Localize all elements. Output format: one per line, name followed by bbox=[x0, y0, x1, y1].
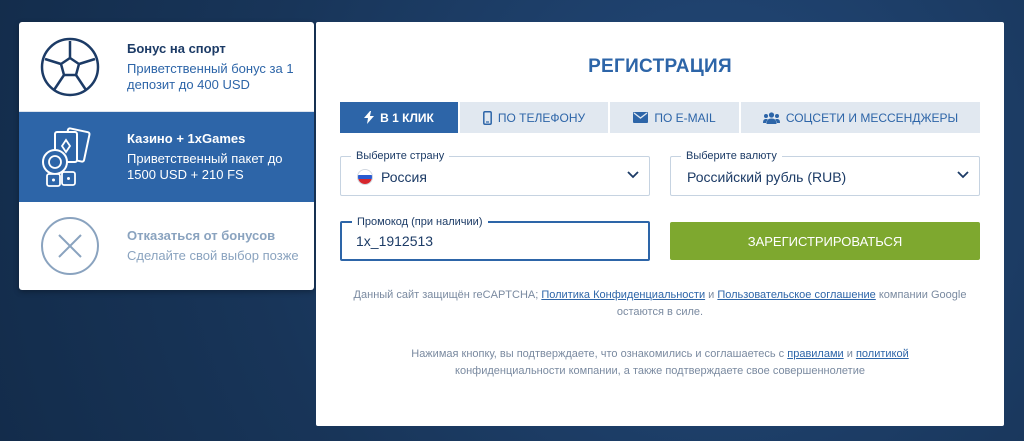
currency-value: Российский рубль (RUB) bbox=[687, 169, 847, 185]
country-label: Выберите страну bbox=[351, 149, 450, 163]
lightning-icon bbox=[364, 111, 375, 124]
chevron-down-icon bbox=[957, 171, 969, 179]
soccer-ball-icon bbox=[40, 37, 100, 96]
recaptcha-prefix: Данный сайт защищён reCAPTCHA; bbox=[353, 289, 542, 301]
bonus-title: Отказаться от бонусов bbox=[127, 228, 276, 243]
bonus-panel: Бонус на спорт Приветственный бонус за 1… bbox=[19, 22, 314, 290]
confirm-suffix: конфиденциальности компании, а также под… bbox=[455, 365, 865, 377]
bonus-option-sport[interactable]: Бонус на спорт Приветственный бонус за 1… bbox=[19, 22, 314, 111]
country-select[interactable]: Выберите страну Россия bbox=[340, 149, 650, 196]
bonus-option-casino[interactable]: Казино + 1xGames Приветственный пакет до… bbox=[19, 112, 314, 202]
tab-one-click[interactable]: В 1 КЛИК bbox=[340, 102, 460, 133]
chevron-down-icon bbox=[627, 171, 639, 179]
bonus-title: Казино + 1xGames bbox=[127, 131, 246, 146]
tab-phone[interactable]: ПО ТЕЛЕФОНУ bbox=[460, 102, 610, 133]
tab-label: СОЦСЕТИ И МЕССЕНДЖЕРЫ bbox=[785, 110, 959, 125]
tab-label: ПО ТЕЛЕФОНУ bbox=[497, 110, 586, 125]
country-value: Россия bbox=[381, 169, 427, 185]
users-icon bbox=[762, 111, 780, 124]
tab-email[interactable]: ПО E-MAIL bbox=[610, 102, 741, 133]
page-title: РЕГИСТРАЦИЯ bbox=[588, 56, 732, 77]
registration-card: РЕГИСТРАЦИЯ В 1 КЛИК ПО ТЕЛЕФОНУ ПО E-MA… bbox=[316, 22, 1004, 426]
close-circle-icon bbox=[41, 217, 99, 275]
terms-link[interactable]: Пользовательское соглашение bbox=[717, 289, 875, 301]
confirm-and: и bbox=[843, 348, 856, 360]
currency-label: Выберите валюту bbox=[681, 149, 782, 163]
confirm-prefix: Нажимая кнопку, вы подтверждаете, что оз… bbox=[411, 348, 788, 360]
casino-cards-icon bbox=[42, 127, 91, 187]
bonus-title: Бонус на спорт bbox=[127, 40, 226, 56]
currency-select[interactable]: Выберите валюту Российский рубль (RUB) bbox=[670, 149, 980, 196]
promo-label: Промокод (при наличии) bbox=[352, 215, 488, 229]
promo-code-field[interactable]: Промокод (при наличии) bbox=[340, 215, 650, 261]
privacy-policy-link[interactable]: Политика Конфиденциальности bbox=[541, 289, 705, 301]
bonus-description: Приветственный бонус за 1 депозит до 400… bbox=[127, 60, 294, 92]
register-button[interactable]: ЗАРЕГИСТРИРОВАТЬСЯ bbox=[670, 222, 980, 260]
promo-code-input[interactable] bbox=[356, 233, 636, 249]
tab-social[interactable]: СОЦСЕТИ И МЕССЕНДЖЕРЫ bbox=[741, 102, 980, 133]
recaptcha-note: Данный сайт защищён reCAPTCHA; Политика … bbox=[340, 287, 980, 321]
recaptcha-and: и bbox=[705, 289, 718, 301]
envelope-icon bbox=[633, 112, 649, 123]
phone-icon bbox=[482, 110, 492, 125]
registration-tabs: В 1 КЛИК ПО ТЕЛЕФОНУ ПО E-MAIL СОЦСЕТИ И… bbox=[340, 102, 980, 133]
tab-label: В 1 КЛИК bbox=[380, 110, 434, 125]
bonus-description: Сделайте свой выбор позже bbox=[127, 248, 299, 263]
rules-link[interactable]: правилами bbox=[787, 348, 843, 360]
russia-flag-icon bbox=[357, 169, 373, 185]
confirm-note: Нажимая кнопку, вы подтверждаете, что оз… bbox=[380, 346, 940, 380]
policy-link[interactable]: политикой bbox=[856, 348, 909, 360]
bonus-description: Приветственный пакет до 1500 USD + 210 F… bbox=[127, 151, 283, 182]
tab-label: ПО E-MAIL bbox=[654, 110, 716, 125]
bonus-option-decline[interactable]: Отказаться от бонусов Сделайте свой выбо… bbox=[19, 202, 314, 290]
